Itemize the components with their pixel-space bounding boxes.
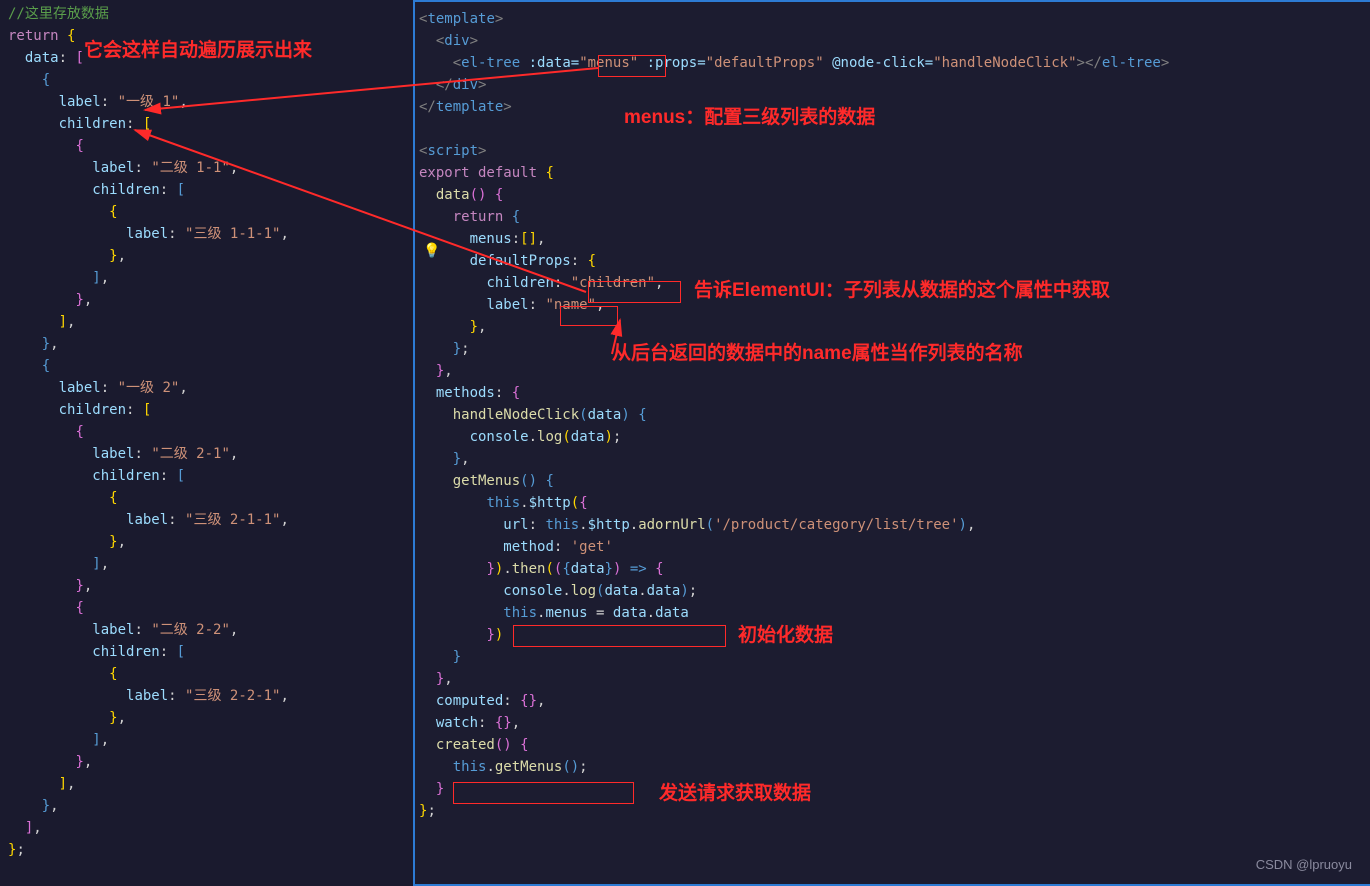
left-code[interactable]: //这里存放数据 return { data: [ { label: "一级 1… <box>8 3 413 861</box>
right-code[interactable]: <template> <div> <el-tree :data="menus" … <box>419 8 1370 822</box>
editor-split-view: //这里存放数据 return { data: [ { label: "一级 1… <box>0 0 1370 886</box>
lightbulb-icon[interactable]: 💡 <box>423 240 440 262</box>
left-code-pane[interactable]: //这里存放数据 return { data: [ { label: "一级 1… <box>0 0 413 886</box>
watermark: CSDN @lpruoyu <box>1256 854 1352 876</box>
right-code-pane[interactable]: 💡 <template> <div> <el-tree :data="menus… <box>413 0 1370 886</box>
